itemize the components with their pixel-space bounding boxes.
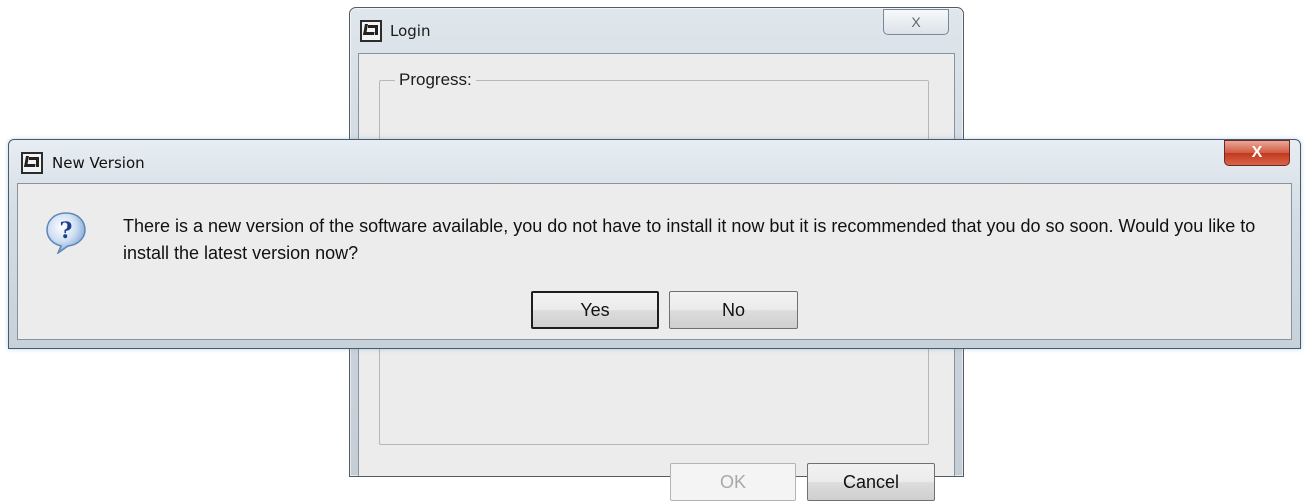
new-version-dialog: New Version X ? There is a new version o… [8, 139, 1301, 349]
ok-button[interactable]: OK [670, 463, 796, 501]
new-version-message: There is a new version of the software a… [123, 216, 1256, 263]
progress-label: Progress: [395, 70, 476, 90]
new-version-title: New Version [52, 154, 145, 172]
close-icon: X [1251, 144, 1263, 161]
question-icon: ? [46, 212, 86, 254]
new-version-close-button[interactable]: X [1224, 140, 1290, 166]
no-button[interactable]: No [669, 291, 798, 329]
app-logo-icon [21, 152, 43, 174]
close-icon: X [911, 14, 921, 30]
app-logo-icon [360, 20, 382, 42]
cancel-button[interactable]: Cancel [807, 463, 935, 501]
new-version-title-bar[interactable]: New Version [21, 150, 145, 176]
login-title: Login [390, 22, 431, 40]
new-version-client-area: ? There is a new version of the software… [17, 183, 1292, 340]
login-title-bar[interactable]: Login [360, 18, 430, 44]
login-close-button[interactable]: X [883, 9, 949, 35]
svg-text:?: ? [60, 218, 73, 244]
yes-button[interactable]: Yes [531, 291, 659, 329]
